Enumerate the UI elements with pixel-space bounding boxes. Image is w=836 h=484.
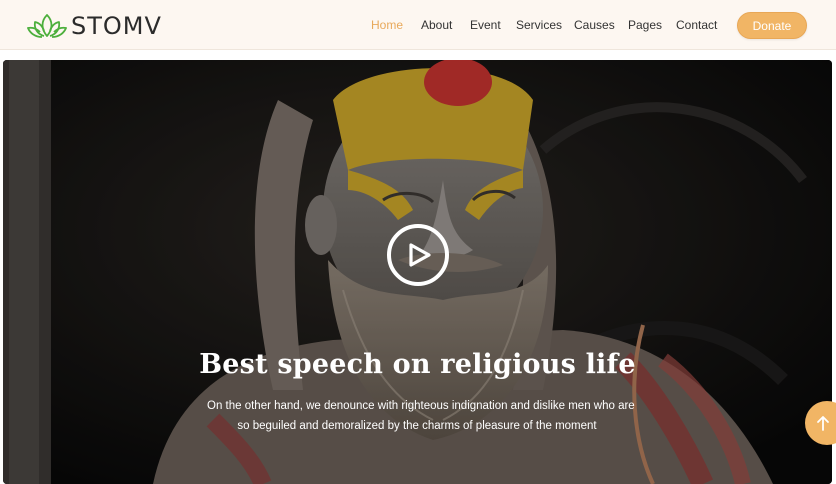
nav-item-services[interactable]: Services: [516, 18, 562, 32]
hero-description-line: so beguiled and demoralized by the charm…: [237, 420, 597, 432]
brand-logo[interactable]: STOMV: [27, 10, 162, 42]
hero-description: On the other hand, we denounce with righ…: [207, 396, 635, 436]
hero-description-line: On the other hand, we denounce with righ…: [207, 400, 635, 412]
nav-item-home[interactable]: Home: [371, 18, 403, 32]
donate-button[interactable]: Donate: [737, 12, 807, 39]
nav-item-pages[interactable]: Pages: [628, 18, 662, 32]
hero-title: Best speech on religious life: [199, 349, 636, 380]
arrow-up-icon: [817, 416, 829, 431]
play-video-button[interactable]: [387, 224, 449, 286]
nav-item-event[interactable]: Event: [470, 18, 501, 32]
nav-item-causes[interactable]: Causes: [574, 18, 615, 32]
nav-item-about[interactable]: About: [421, 18, 452, 32]
header: STOMV Home About Event Services Causes P…: [0, 0, 836, 50]
hero-banner: Best speech on religious life On the oth…: [3, 60, 832, 484]
play-icon: [409, 243, 431, 267]
lotus-icon: [27, 14, 67, 38]
brand-name: STOMV: [71, 12, 162, 40]
nav-item-contact[interactable]: Contact: [676, 18, 717, 32]
